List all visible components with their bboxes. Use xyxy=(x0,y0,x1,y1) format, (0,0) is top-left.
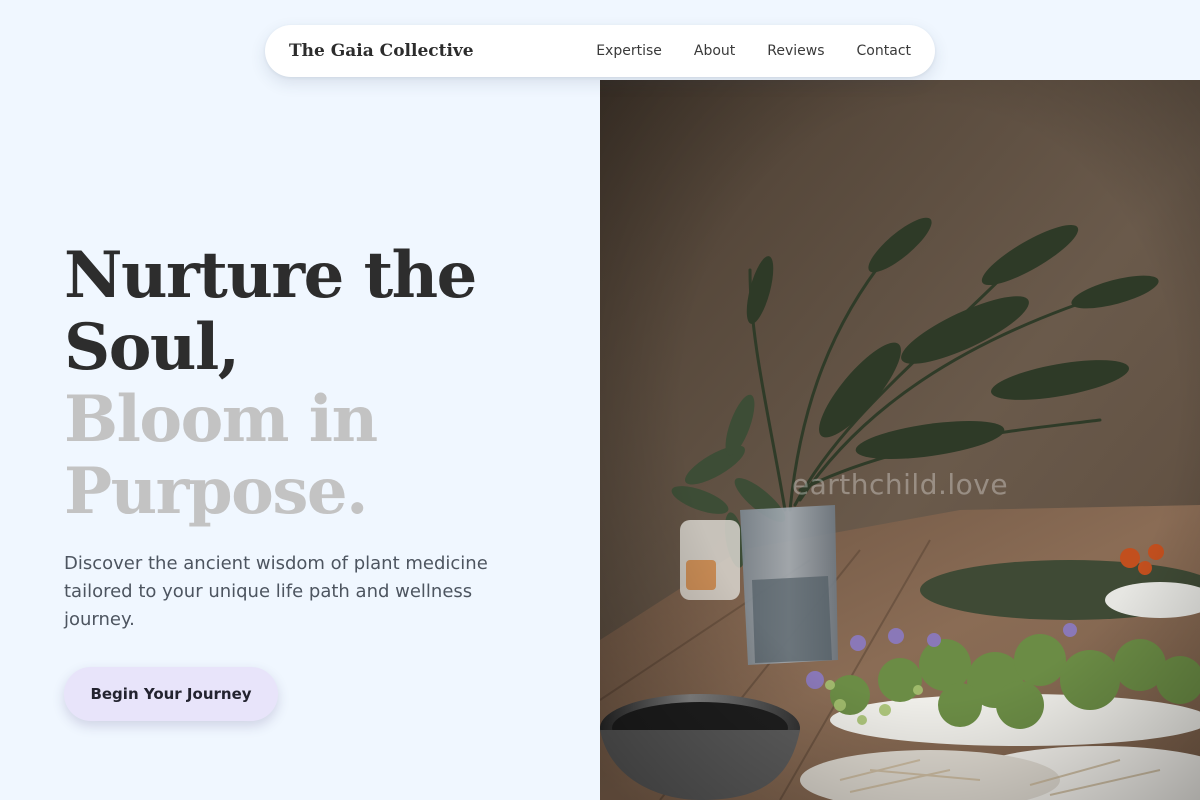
headline-line-4: Purpose. xyxy=(64,454,368,529)
top-navigation: The Gaia Collective Expertise About Revi… xyxy=(265,25,935,77)
hero-description: Discover the ancient wisdom of plant med… xyxy=(64,553,488,630)
headline-line-3: Bloom in xyxy=(64,382,378,457)
begin-journey-button[interactable]: Begin Your Journey xyxy=(64,667,278,721)
headline-line-2: Soul, xyxy=(64,310,240,385)
nav-link-expertise[interactable]: Expertise xyxy=(596,43,662,59)
hero-headline: Nurture the Soul, Bloom in Purpose. xyxy=(64,240,564,528)
nav-link-contact[interactable]: Contact xyxy=(857,43,911,59)
nav-links: Expertise About Reviews Contact xyxy=(596,43,911,59)
hero-photo: earthchild.love xyxy=(600,80,1200,800)
nav-link-about[interactable]: About xyxy=(694,43,735,59)
brand-logo[interactable]: The Gaia Collective xyxy=(289,41,474,61)
nav-link-reviews[interactable]: Reviews xyxy=(767,43,824,59)
hero-section: Nurture the Soul, Bloom in Purpose. Disc… xyxy=(64,240,564,634)
photo-watermark: earthchild.love xyxy=(791,468,1009,501)
headline-line-1: Nurture the xyxy=(64,238,477,313)
